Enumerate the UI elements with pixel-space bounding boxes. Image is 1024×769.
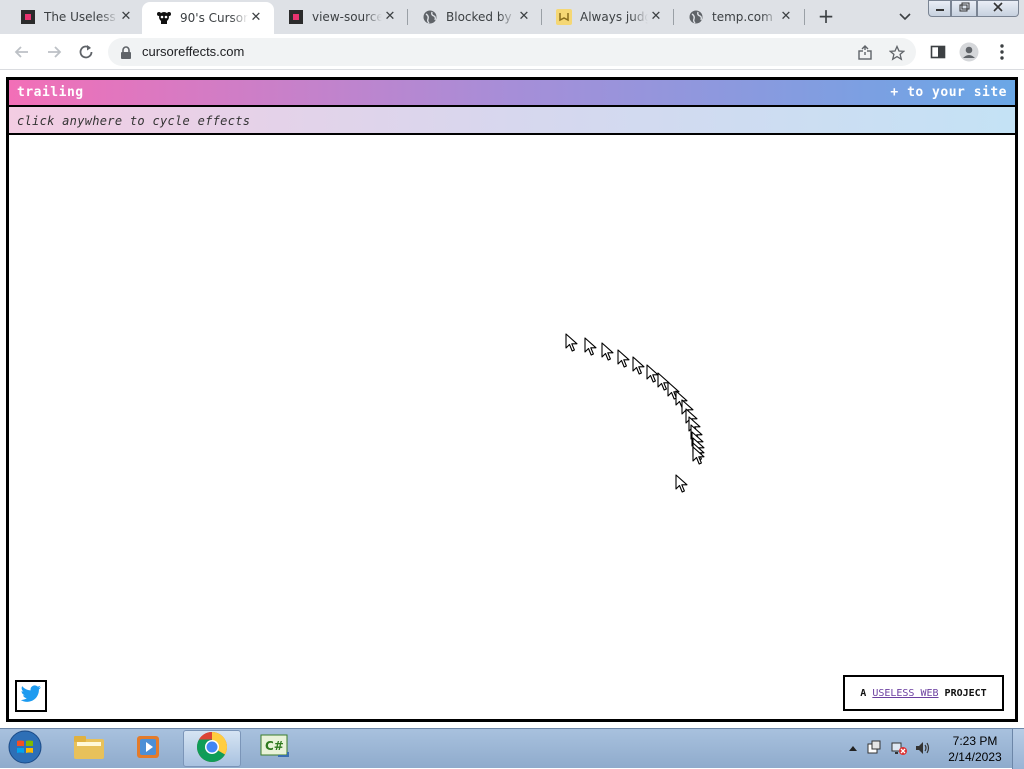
tab-title: 90's Cursor Effects <box>180 11 248 25</box>
menu-kebab-icon[interactable] <box>992 42 1012 62</box>
system-clock[interactable]: 7:23 PM 2/14/2023 <box>940 733 1010 765</box>
tab-title: The Useless Web <box>44 10 118 24</box>
url-text: cursoreffects.com <box>142 44 245 59</box>
close-icon[interactable]: ✕ <box>516 9 532 25</box>
hint-bar: click anywhere to cycle effects <box>9 107 1015 135</box>
new-tab-button[interactable]: + <box>815 6 837 28</box>
twitter-icon <box>20 685 42 707</box>
address-bar[interactable]: cursoreffects.com <box>108 38 916 66</box>
globe-icon <box>422 9 438 25</box>
back-arrow-icon[interactable] <box>10 40 34 64</box>
tab-useless-web[interactable]: The Useless Web ✕ <box>6 0 144 34</box>
reload-icon[interactable] <box>74 40 98 64</box>
trail-cursor-icon <box>565 333 579 353</box>
effect-name: trailing <box>17 85 84 100</box>
chevron-down-icon[interactable] <box>896 9 914 25</box>
forward-arrow-icon[interactable] <box>42 40 66 64</box>
tab-view-source[interactable]: view-source:theuselessweb.com ✕ <box>274 0 408 34</box>
close-icon[interactable]: ✕ <box>648 9 664 25</box>
chrome-icon <box>196 731 228 767</box>
tab-title: Always judge a book <box>580 10 648 24</box>
tab-judge-book[interactable]: Always judge a book ✕ <box>542 0 674 34</box>
volume-icon[interactable] <box>914 740 930 756</box>
tab-blocked[interactable]: Blocked by Chrome ✕ <box>408 0 542 34</box>
close-icon[interactable]: ✕ <box>118 9 134 25</box>
star-icon[interactable] <box>888 44 906 61</box>
tab-strip: The Useless Web ✕ 90's Cursor Effects ✕ … <box>0 0 1024 34</box>
restore-button[interactable] <box>951 0 977 17</box>
trail-cursor-icon <box>601 342 615 362</box>
side-panel-icon[interactable] <box>928 42 948 62</box>
trail-cursor-icon <box>617 349 631 369</box>
windows-taskbar: C# 7:23 PM 2/14/2023 <box>0 728 1024 769</box>
hint-text: click anywhere to cycle effects <box>17 114 251 128</box>
tab-title: view-source:theuselessweb.com <box>312 10 382 24</box>
csharp-icon: C# <box>260 734 290 764</box>
effect-header-bar: trailing + to your site <box>9 80 1015 107</box>
media-player-icon <box>135 733 163 765</box>
trail-cursor-icon <box>584 337 598 357</box>
tab-title: temp.com <box>712 10 773 24</box>
badge-suffix: PROJECT <box>944 687 987 699</box>
effect-canvas-frame[interactable]: trailing + to your site click anywhere t… <box>6 77 1018 722</box>
close-icon[interactable]: ✕ <box>778 9 794 25</box>
close-icon[interactable]: ✕ <box>248 10 264 26</box>
show-desktop-button[interactable] <box>1012 729 1024 769</box>
useless-web-link[interactable]: USELESS WEB <box>872 688 938 699</box>
tab-cursor-effects[interactable]: 90's Cursor Effects ✕ <box>142 2 274 34</box>
start-button[interactable] <box>4 730 46 768</box>
windows-logo-icon <box>8 730 42 768</box>
globe-icon <box>688 9 704 25</box>
useless-web-favicon <box>20 9 36 25</box>
useless-web-favicon <box>288 9 304 25</box>
minimize-button[interactable] <box>928 0 951 17</box>
twitter-button[interactable] <box>15 680 47 712</box>
clock-date: 2/14/2023 <box>948 750 1002 764</box>
taskbar-media-player[interactable] <box>120 730 178 767</box>
show-hidden-icons[interactable] <box>845 740 861 756</box>
network-error-icon[interactable] <box>891 740 907 756</box>
page-viewport[interactable]: trailing + to your site click anywhere t… <box>0 71 1024 728</box>
action-center-icon[interactable] <box>866 740 882 756</box>
taskbar-chrome[interactable] <box>183 730 241 767</box>
tab-temp[interactable]: temp.com ✕ <box>674 0 804 34</box>
share-icon[interactable] <box>857 45 873 61</box>
lock-icon[interactable] <box>120 45 132 64</box>
folder-icon <box>73 733 105 765</box>
trail-cursor-icon <box>632 356 646 376</box>
browser-toolbar: cursoreffects.com <box>0 34 1024 70</box>
close-window-button[interactable] <box>977 0 1019 17</box>
skull-favicon <box>156 10 172 26</box>
profile-avatar-icon[interactable] <box>959 42 979 62</box>
badge-prefix: A <box>860 687 867 699</box>
trail-cursor-icon <box>692 446 706 466</box>
book-favicon <box>556 9 572 25</box>
useless-web-badge: A USELESS WEB PROJECT <box>843 675 1004 711</box>
taskbar-csharp[interactable]: C# <box>246 730 304 767</box>
clock-time: 7:23 PM <box>952 734 998 748</box>
taskbar-explorer[interactable] <box>60 730 118 767</box>
tab-title: Blocked by Chrome <box>446 10 516 24</box>
trail-cursor-icon <box>675 474 689 494</box>
svg-text:C#: C# <box>265 739 284 753</box>
close-icon[interactable]: ✕ <box>382 9 398 25</box>
add-to-site-link[interactable]: + to your site <box>890 85 1007 100</box>
